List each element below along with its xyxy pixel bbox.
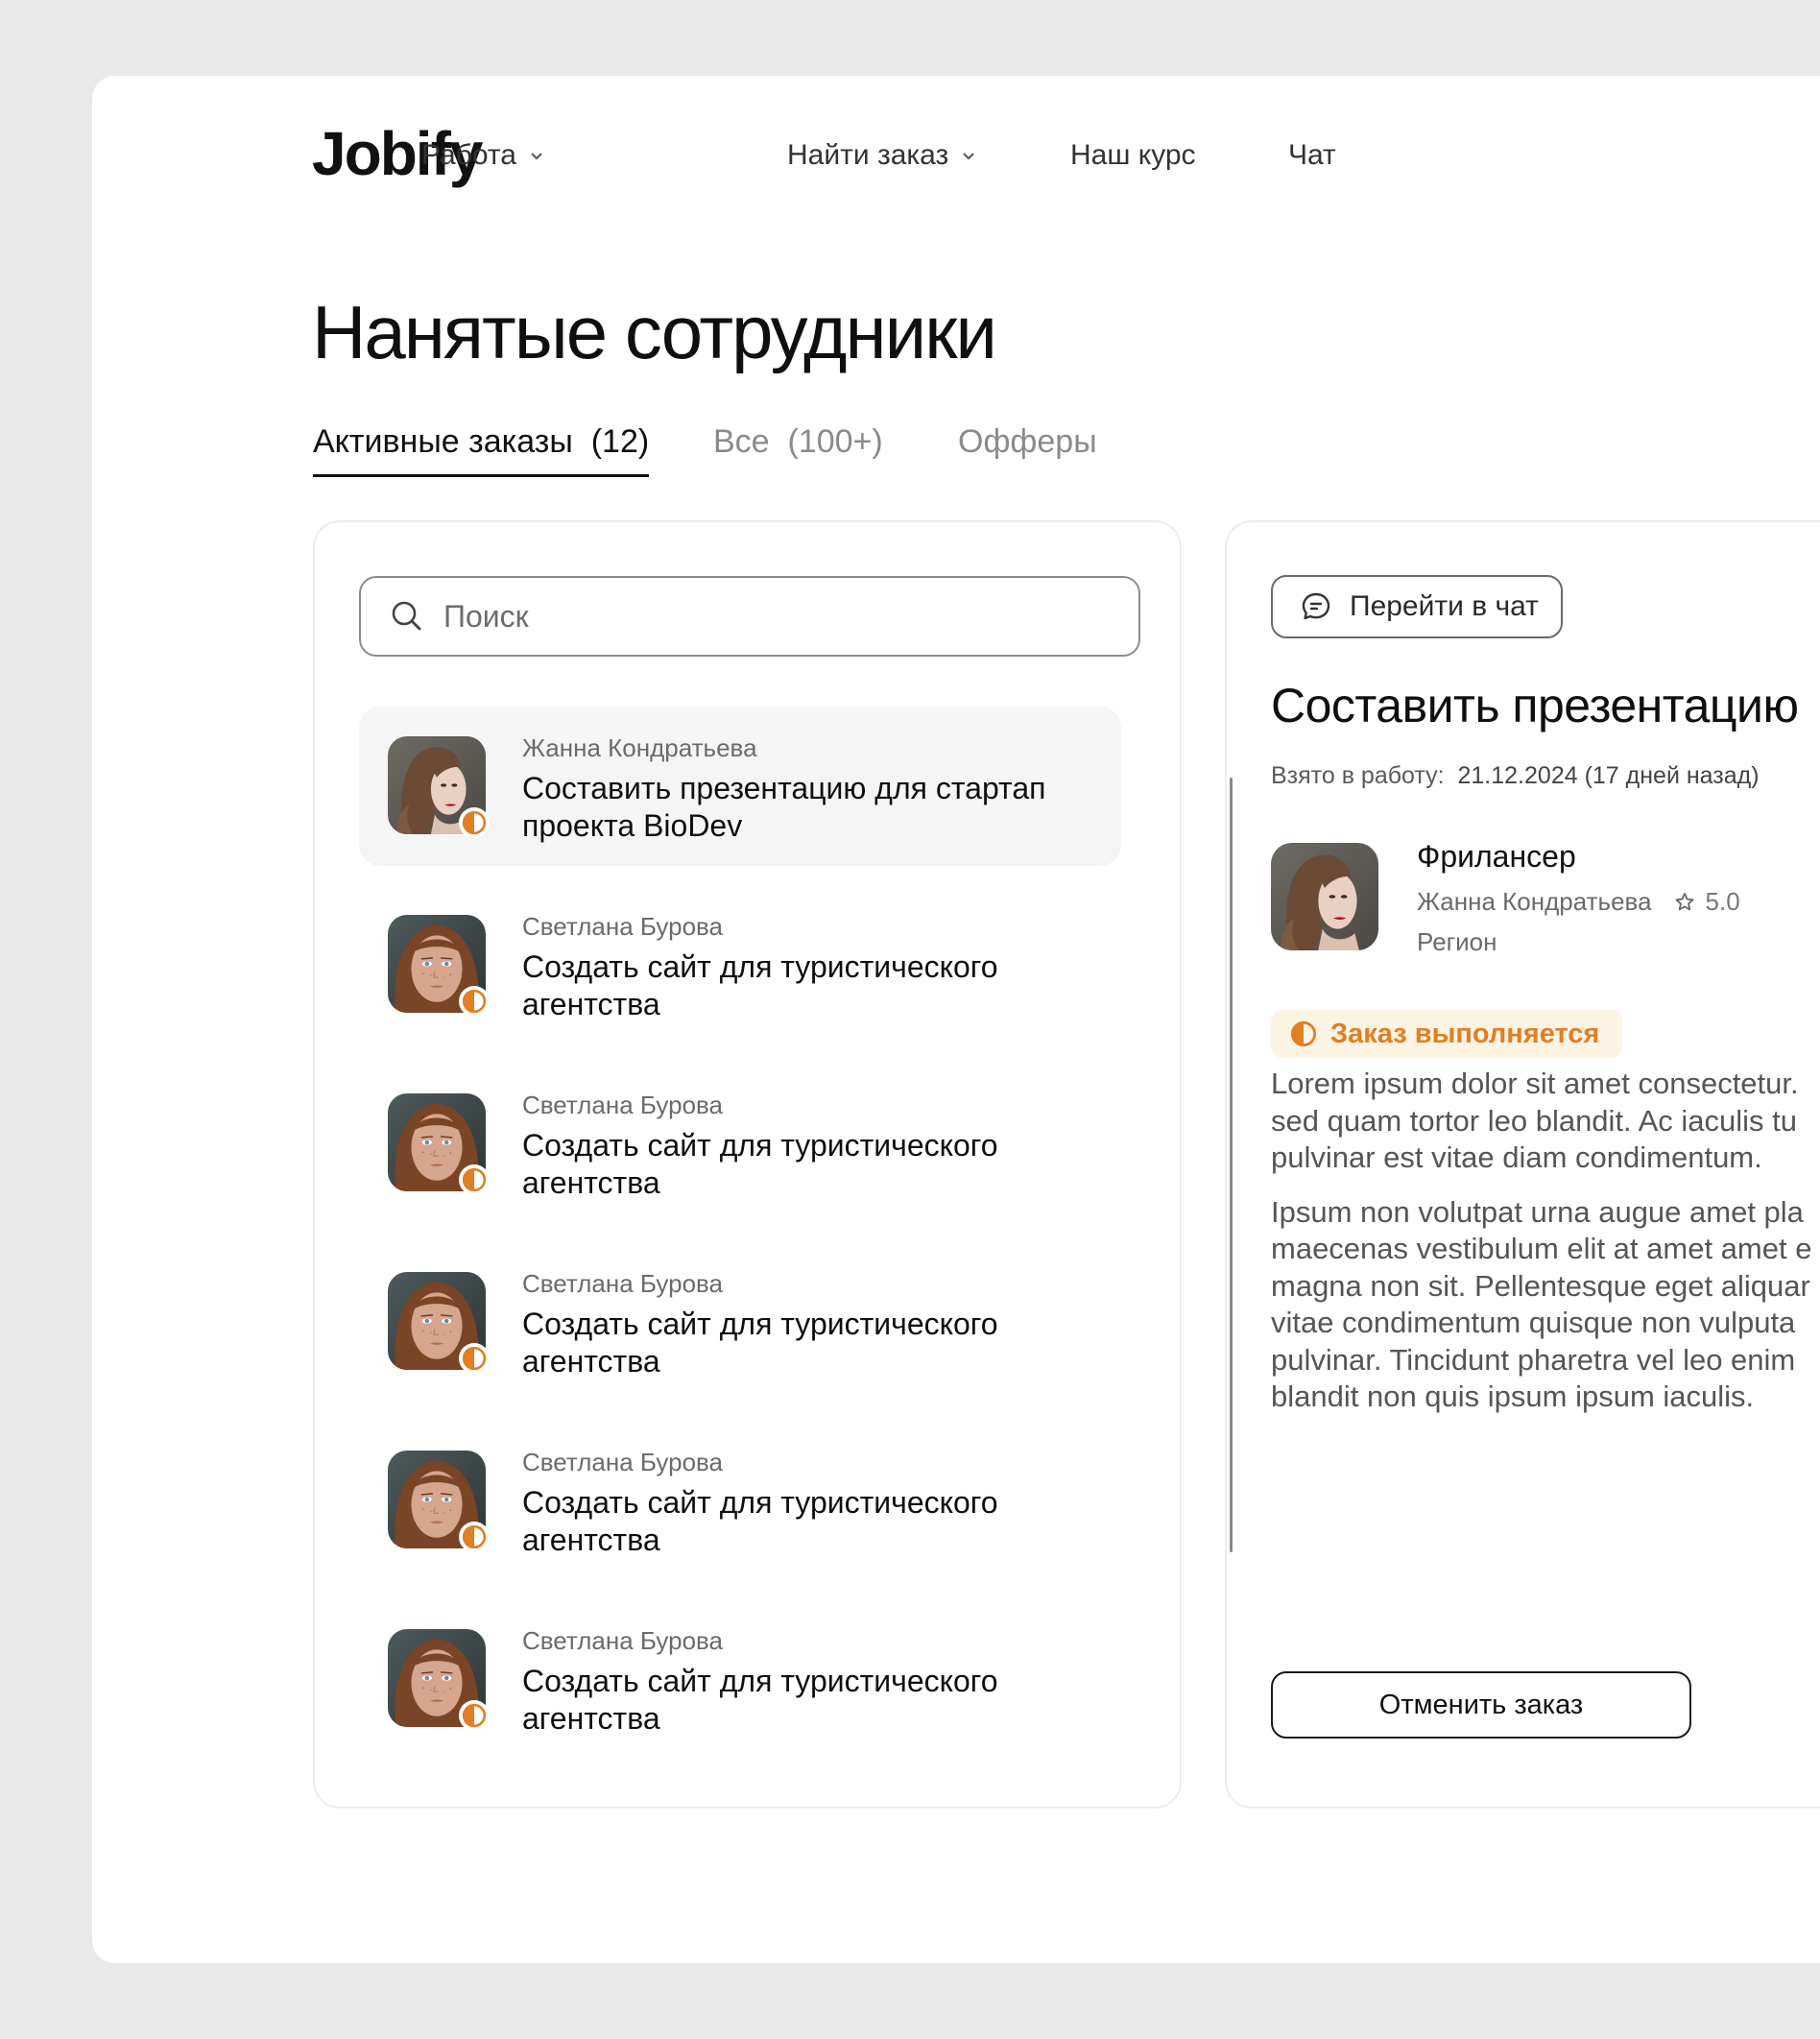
avatar bbox=[388, 736, 490, 838]
go-to-chat-button[interactable]: Перейти в чат bbox=[1271, 575, 1563, 638]
order-detail-panel: Перейти в чат Составить презентацию Взят… bbox=[1225, 520, 1820, 1809]
cancel-order-button[interactable]: Отменить заказ bbox=[1271, 1671, 1691, 1739]
avatar bbox=[388, 1629, 490, 1731]
nav-item-work[interactable]: Работа bbox=[421, 139, 545, 172]
list-item[interactable]: Светлана Бурова Создать сайт для туристи… bbox=[359, 1064, 1121, 1223]
list-item-name: Светлана Бурова bbox=[522, 1448, 724, 1476]
status-indicator bbox=[459, 986, 490, 1017]
star-icon bbox=[1675, 892, 1694, 910]
status-indicator bbox=[459, 1522, 490, 1552]
status-indicator bbox=[459, 1343, 490, 1374]
nav-item-find-order[interactable]: Найти заказ bbox=[787, 139, 977, 172]
list-item-title: Создать сайт для туристического агентств… bbox=[522, 1485, 998, 1557]
tab-count: (100+) bbox=[787, 423, 883, 460]
status-indicator bbox=[459, 1164, 490, 1195]
tab-active-orders[interactable]: Активные заказы (12) bbox=[313, 423, 650, 477]
avatar bbox=[388, 915, 490, 1017]
nav-item-chat[interactable]: Чат bbox=[1288, 139, 1336, 172]
half-circle-status-icon bbox=[462, 1524, 487, 1549]
status-indicator bbox=[459, 807, 490, 838]
half-circle-status-icon bbox=[462, 1167, 487, 1192]
search-input[interactable] bbox=[442, 597, 1117, 636]
list-item-title: Создать сайт для туристического агентств… bbox=[522, 1128, 998, 1200]
avatar bbox=[388, 1272, 490, 1374]
freelancer-info: Жанна Кондратьева 5.0 bbox=[1417, 887, 1740, 917]
status-badge: Заказ выполняется bbox=[1271, 1010, 1623, 1058]
chat-bubble-icon bbox=[1302, 592, 1330, 620]
half-circle-status-icon bbox=[462, 1346, 487, 1371]
freelancer-avatar bbox=[1271, 843, 1378, 950]
nav-item-label: Наш курс bbox=[1070, 139, 1196, 171]
nav-item-label: Найти заказ bbox=[787, 139, 949, 171]
description-paragraph: Lorem ipsum dolor sit amet consectetur. … bbox=[1271, 1067, 1799, 1174]
half-circle-status-icon bbox=[462, 989, 487, 1014]
list-item-title: Создать сайт для туристического агентств… bbox=[522, 1664, 998, 1736]
avatar bbox=[388, 1451, 490, 1552]
orders-list-panel: Жанна Кондратьева Составить презентацию … bbox=[313, 520, 1182, 1809]
list-item[interactable]: Светлана Бурова Создать сайт для туристи… bbox=[359, 1421, 1121, 1580]
chevron-down-icon bbox=[963, 153, 974, 160]
list-item-title: Создать сайт для туристического агентств… bbox=[522, 949, 998, 1021]
status-badge-label: Заказ выполняется bbox=[1330, 1018, 1600, 1049]
nav-item-label: Чат bbox=[1288, 139, 1336, 171]
half-circle-status-icon bbox=[1290, 1020, 1317, 1047]
chevron-down-icon bbox=[531, 153, 542, 160]
list-item-title: Создать сайт для туристического агентств… bbox=[522, 1307, 998, 1379]
app-background: Jobify Работа Найти заказ Наш курс Чат Н… bbox=[0, 0, 1820, 2039]
tab-label: Активные заказы bbox=[313, 423, 573, 460]
status-indicator bbox=[459, 1700, 490, 1731]
order-description: Lorem ipsum dolor sit amet consectetur. … bbox=[1271, 1066, 1820, 1433]
tab-count: (12) bbox=[590, 423, 650, 460]
freelancer-role: Фрилансер bbox=[1417, 839, 1576, 874]
list-item[interactable]: Светлана Бурова Создать сайт для туристи… bbox=[359, 1599, 1121, 1759]
page-title: Нанятые сотрудники bbox=[312, 290, 997, 374]
chat-button-label: Перейти в чат bbox=[1350, 590, 1539, 622]
half-circle-status-icon bbox=[462, 1703, 487, 1728]
nav-item-label: Работа bbox=[421, 139, 516, 171]
freelancer-name[interactable]: Жанна Кондратьева bbox=[1417, 887, 1652, 917]
tab-label: Все bbox=[713, 423, 770, 460]
app-window: Jobify Работа Найти заказ Наш курс Чат Н… bbox=[92, 76, 1820, 1963]
taken-date: 21.12.2024 (17 дней назад) bbox=[1457, 762, 1760, 789]
list-item[interactable]: Светлана Бурова Создать сайт для туристи… bbox=[359, 885, 1121, 1044]
avatar bbox=[388, 1093, 490, 1195]
list-item-name: Светлана Бурова bbox=[522, 1091, 724, 1119]
nav-item-course[interactable]: Наш курс bbox=[1070, 139, 1196, 172]
half-circle-status-icon bbox=[462, 810, 487, 835]
freelancer-region: Регион bbox=[1417, 927, 1497, 956]
tab-offers[interactable]: Офферы bbox=[958, 423, 1097, 461]
list-item[interactable]: Жанна Кондратьева Составить презентацию … bbox=[359, 707, 1121, 866]
rating-value: 5.0 bbox=[1705, 887, 1740, 916]
taken-into-work: Взято в работу: 21.12.2024 (17 дней наза… bbox=[1271, 762, 1760, 790]
order-title: Составить презентацию bbox=[1271, 679, 1799, 732]
orders-list: Жанна Кондратьева Составить презентацию … bbox=[359, 707, 1121, 1778]
list-item-name: Жанна Кондратьева bbox=[522, 733, 757, 762]
list-item-name: Светлана Бурова bbox=[522, 1269, 724, 1298]
taken-label: Взято в работу: bbox=[1271, 762, 1445, 789]
tab-label: Офферы bbox=[958, 423, 1097, 460]
tab-all[interactable]: Все (100+) bbox=[713, 423, 883, 461]
list-item-name: Светлана Бурова bbox=[522, 1626, 724, 1655]
search-icon bbox=[392, 601, 421, 631]
list-item-title: Составить презентацию для стартап проект… bbox=[522, 771, 1046, 843]
search-field[interactable] bbox=[359, 576, 1140, 657]
list-item-name: Светлана Бурова bbox=[522, 912, 724, 941]
list-item[interactable]: Светлана Бурова Создать сайт для туристи… bbox=[359, 1242, 1121, 1402]
rating: 5.0 bbox=[1673, 887, 1740, 917]
description-paragraph: Ipsum non volutpat urna augue amet pla m… bbox=[1271, 1194, 1812, 1414]
